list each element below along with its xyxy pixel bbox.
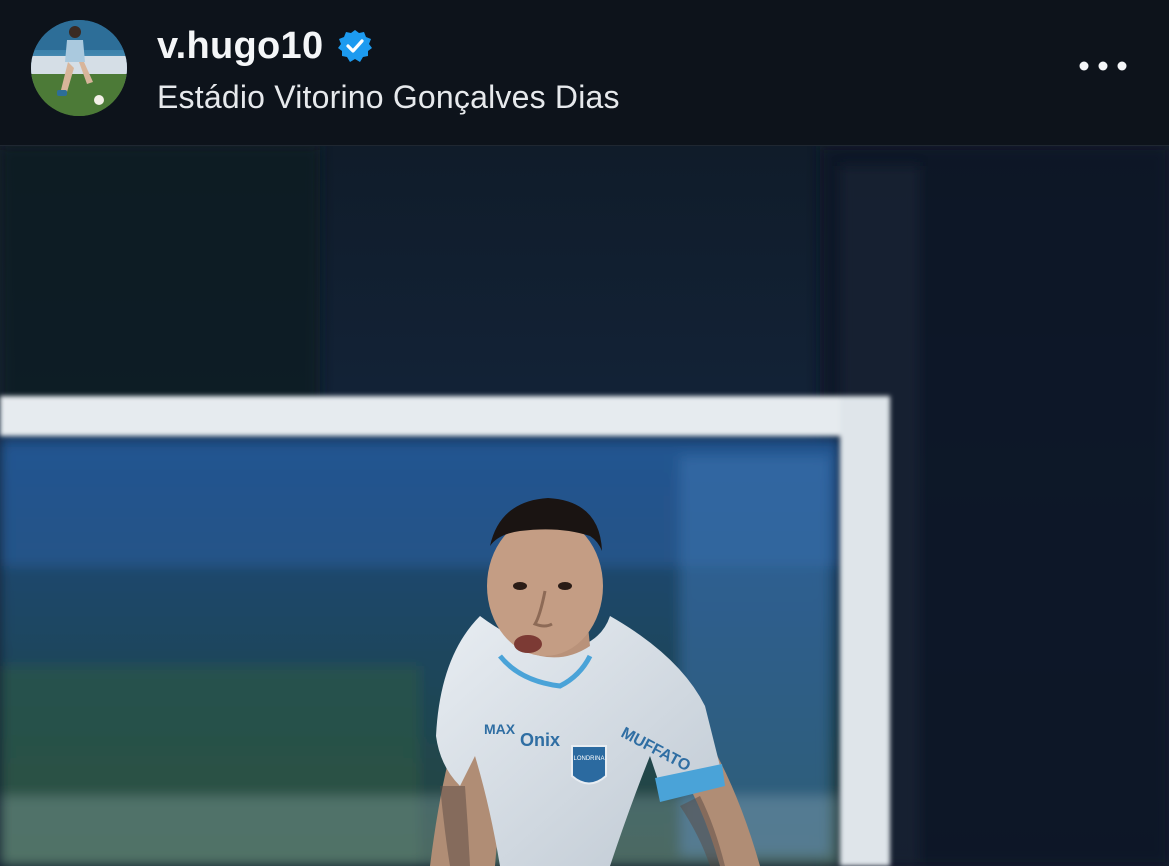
username-row: v.hugo10	[157, 22, 373, 70]
post-header: v.hugo10 Estádio Vitorino Gonçalves Dias	[0, 0, 1169, 146]
profile-avatar[interactable]	[31, 20, 127, 116]
avatar-image	[31, 20, 127, 116]
username[interactable]: v.hugo10	[157, 22, 323, 70]
football-player-photo: MAX Onix MUFFATO LONDRINA	[0, 146, 1169, 866]
post-photo[interactable]: MAX Onix MUFFATO LONDRINA	[0, 146, 1169, 866]
jersey-text-max: MAX	[484, 721, 516, 737]
verified-badge-icon	[337, 28, 373, 64]
jersey-text-londrina: LONDRINA	[573, 756, 604, 762]
jersey-text-onix: Onix	[520, 730, 560, 750]
more-options-icon[interactable]	[1072, 48, 1134, 84]
location-link[interactable]: Estádio Vitorino Gonçalves Dias	[157, 76, 620, 118]
